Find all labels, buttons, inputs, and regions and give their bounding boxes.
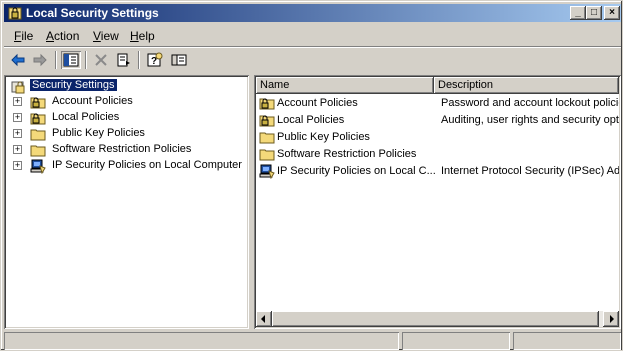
folder-icon: [30, 129, 46, 141]
security-settings-icon: [11, 81, 25, 94]
menu-help[interactable]: Help: [130, 29, 155, 43]
tree-pane[interactable]: Security Settings + Account Policies + L…: [4, 75, 249, 329]
scroll-right-icon: [610, 315, 614, 323]
folder-lock-icon: [30, 113, 46, 125]
show-hide-tree-icon: [63, 53, 79, 67]
tree-item-label: Account Policies: [52, 95, 133, 107]
help-button[interactable]: ?: [145, 51, 165, 69]
ip-security-icon: [30, 159, 46, 174]
status-cell-tertiary: [513, 332, 621, 350]
folder-lock-icon: [259, 98, 275, 110]
tree-item[interactable]: + Local Policies: [13, 110, 243, 126]
list-item-name: IP Security Policies on Local C...: [277, 165, 436, 177]
expand-icon[interactable]: +: [13, 129, 22, 138]
show-hide-tree-button[interactable]: [61, 51, 81, 69]
list-item-name: Public Key Policies: [277, 131, 370, 143]
list-item-name: Software Restriction Policies: [277, 148, 417, 160]
folder-lock-icon: [30, 97, 46, 109]
main-window: Local Security Settings _ □ × File Actio…: [0, 0, 623, 351]
tree-item[interactable]: + Public Key Policies: [13, 126, 243, 142]
folder-icon: [259, 132, 275, 144]
list-item[interactable]: Local Policies Auditing, user rights and…: [256, 112, 619, 129]
tree-root[interactable]: Security Settings: [9, 78, 239, 94]
status-bar: [4, 332, 621, 350]
list-item-description: Auditing, user rights and security optio…: [441, 114, 619, 126]
export-list-icon: [117, 53, 130, 67]
toolbar-separator: [138, 51, 140, 69]
minimize-icon: _: [575, 7, 581, 18]
back-button[interactable]: [8, 51, 28, 69]
column-header-name[interactable]: Name: [256, 77, 434, 94]
toolbar-separator: [55, 51, 57, 69]
title-bar[interactable]: Local Security Settings _ □ ×: [4, 4, 621, 22]
expand-icon[interactable]: +: [13, 161, 22, 170]
toolbar: ?: [4, 48, 621, 72]
column-header-name-label: Name: [260, 79, 290, 91]
list-item-description: Internet Protocol Security (IPSec) Admin…: [441, 165, 619, 177]
expand-icon[interactable]: +: [13, 113, 22, 122]
menu-file[interactable]: File: [14, 29, 33, 43]
minimize-button[interactable]: _: [570, 6, 586, 20]
list-item[interactable]: Software Restriction Policies: [256, 146, 619, 163]
tree-item[interactable]: + Software Restriction Policies: [13, 142, 243, 158]
tree-item-label: IP Security Policies on Local Computer: [52, 159, 242, 171]
column-header-description[interactable]: Description: [434, 77, 619, 94]
forward-button[interactable]: [30, 51, 50, 69]
status-cell-main: [4, 332, 399, 350]
status-cell-secondary: [402, 332, 510, 350]
delete-icon: [95, 54, 107, 66]
scroll-thumb[interactable]: [272, 311, 599, 327]
menu-help-mnemonic: H: [130, 29, 139, 43]
maximize-icon: □: [590, 7, 598, 18]
tree-item-label: Software Restriction Policies: [52, 143, 192, 155]
folder-icon: [259, 149, 275, 161]
tree-item-label: Public Key Policies: [52, 127, 145, 139]
column-header-description-label: Description: [438, 79, 494, 91]
properties-icon: [171, 54, 187, 66]
scroll-left-button[interactable]: [256, 311, 272, 327]
tree-item[interactable]: + Account Policies: [13, 94, 243, 110]
menu-view[interactable]: View: [93, 29, 119, 43]
list-item-description: Password and account lockout policies: [441, 97, 619, 109]
maximize-button[interactable]: □: [586, 6, 602, 20]
expand-icon[interactable]: +: [13, 145, 22, 154]
ip-security-icon: [259, 164, 275, 179]
list-item[interactable]: Account Policies Password and account lo…: [256, 95, 619, 112]
list-item[interactable]: IP Security Policies on Local C... Inter…: [256, 163, 619, 180]
list-pane[interactable]: Name Description Account Policies Passwo…: [254, 75, 621, 329]
menu-file-label: ile: [21, 29, 34, 43]
scroll-right-button[interactable]: [603, 311, 619, 327]
tree-item[interactable]: + IP Security Policies on Local Computer: [13, 158, 245, 174]
close-button[interactable]: ×: [604, 6, 620, 20]
scroll-left-icon: [261, 315, 265, 323]
expand-icon[interactable]: +: [13, 97, 22, 106]
list-header: Name Description: [256, 77, 619, 94]
menu-view-mnemonic: V: [93, 29, 101, 43]
help-icon: ?: [147, 52, 163, 67]
list-item-name: Local Policies: [277, 114, 345, 126]
properties-button[interactable]: [169, 51, 189, 69]
menu-bar: File Action View Help: [4, 25, 621, 45]
tree-root-label: Security Settings: [29, 78, 118, 92]
folder-lock-icon: [259, 115, 275, 127]
tree-item-label: Local Policies: [52, 111, 120, 123]
security-settings-icon: [8, 7, 22, 20]
toolbar-separator: [85, 51, 87, 69]
list-item-name: Account Policies: [277, 97, 358, 109]
export-list-button[interactable]: [114, 51, 134, 69]
window-title: Local Security Settings: [26, 6, 159, 20]
menu-view-label: iew: [100, 29, 119, 43]
menu-action[interactable]: Action: [46, 29, 79, 43]
menu-help-label: elp: [138, 29, 155, 43]
horizontal-scrollbar[interactable]: [256, 311, 619, 327]
menu-action-mnemonic: A: [46, 29, 55, 43]
forward-icon: [33, 53, 47, 67]
close-icon: ×: [609, 7, 615, 18]
menu-action-label: ction: [54, 29, 80, 43]
folder-icon: [30, 145, 46, 157]
delete-button[interactable]: [91, 51, 111, 69]
back-icon: [11, 53, 25, 67]
list-item[interactable]: Public Key Policies: [256, 129, 619, 146]
